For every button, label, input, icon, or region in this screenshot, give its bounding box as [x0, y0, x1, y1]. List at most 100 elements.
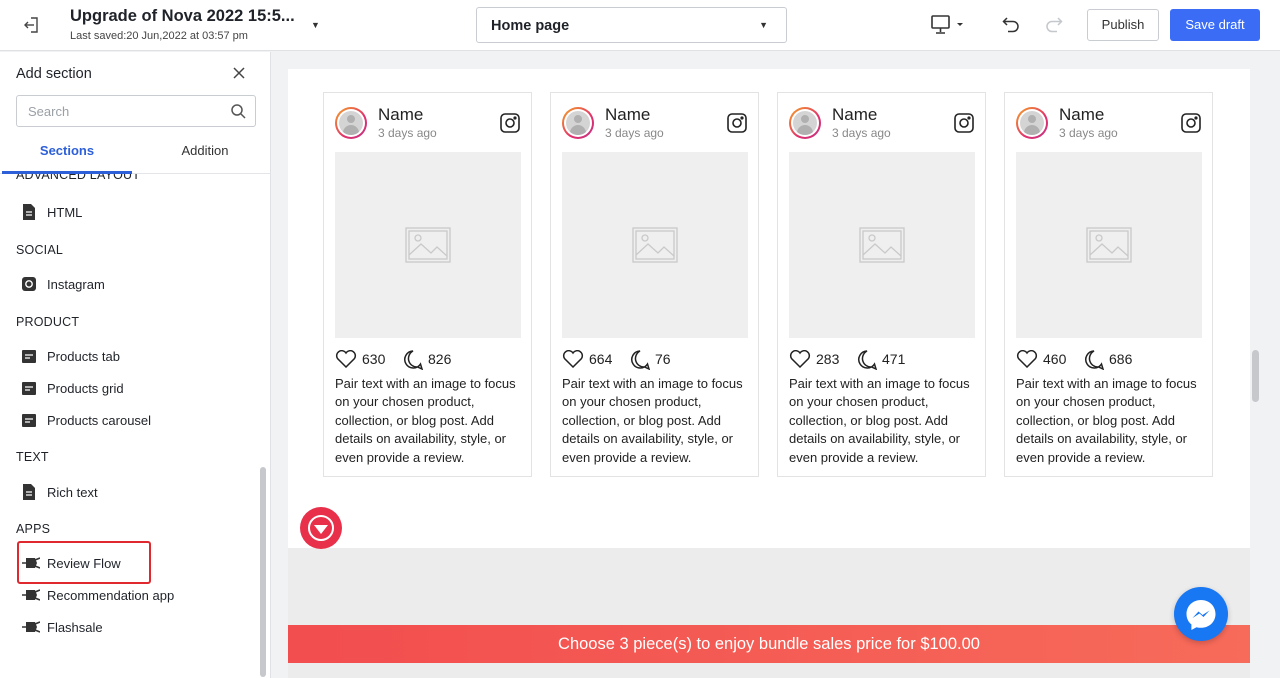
close-icon[interactable]: [231, 65, 247, 81]
page-select[interactable]: Home page ▼: [476, 7, 787, 43]
section-item-label: Products carousel: [47, 413, 152, 428]
sidebar-tabs: Sections Addition: [0, 132, 270, 174]
comment-icon[interactable]: [1083, 349, 1105, 371]
group-apps: APPS: [16, 522, 51, 536]
sidebar-title: Add section: [16, 66, 92, 82]
file-icon: [20, 203, 38, 221]
desktop-device-icon[interactable]: [930, 14, 966, 36]
instagram-icon[interactable]: [953, 112, 975, 134]
group-product: PRODUCT: [16, 315, 80, 329]
section-item-instagram[interactable]: Instagram: [18, 271, 238, 297]
card-name: Name: [832, 105, 878, 124]
heart-icon[interactable]: [1016, 349, 1038, 369]
chevron-down-icon: ▼: [759, 20, 768, 30]
card-time: 3 days ago: [1059, 126, 1118, 140]
section-item-label: Rich text: [47, 485, 98, 500]
add-section-sidebar: Add section Search Sections Addition ADV…: [0, 52, 271, 678]
card-text: Pair text with an image to focus on your…: [789, 376, 970, 465]
instagram-card: Name 3 days ago 460 686 Pair text with a…: [1004, 92, 1213, 477]
undo-icon[interactable]: [1001, 14, 1021, 34]
card-stats: 460 686: [1016, 348, 1202, 371]
heart-icon[interactable]: [562, 349, 584, 369]
likes-count: 460: [1043, 351, 1067, 367]
heart-icon[interactable]: [335, 349, 357, 369]
comment-icon[interactable]: [629, 349, 651, 371]
section-item-products-tab[interactable]: Products tab: [18, 343, 238, 369]
tab-addition[interactable]: Addition: [140, 132, 270, 174]
bundle-sale-bar[interactable]: Choose 3 piece(s) to enjoy bundle sales …: [288, 625, 1250, 663]
section-item-label: HTML: [47, 205, 83, 220]
last-saved-text: Last saved:20 Jun,2022 at 03:57 pm: [70, 30, 248, 42]
messenger-icon[interactable]: [1174, 587, 1228, 641]
section-item-label: Flashsale: [47, 620, 103, 635]
redo-icon[interactable]: [1044, 14, 1064, 34]
card-text: Pair text with an image to focus on your…: [335, 376, 516, 465]
card-stats: 630 826: [335, 348, 521, 371]
section-item-recommendation-app[interactable]: Recommendation app: [18, 582, 238, 608]
image-placeholder-icon: [632, 227, 678, 263]
review-flow-badge-icon[interactable]: [300, 507, 342, 549]
image-placeholder: [1016, 152, 1202, 338]
image-placeholder-icon: [1086, 227, 1132, 263]
products-icon: [20, 379, 38, 397]
search-placeholder: Search: [28, 104, 70, 119]
comments-count: 76: [655, 351, 671, 367]
section-item-html[interactable]: HTML: [18, 199, 238, 225]
instagram-icon: [20, 275, 38, 293]
image-placeholder: [562, 152, 748, 338]
comment-icon[interactable]: [402, 349, 424, 371]
group-text: TEXT: [16, 450, 49, 464]
comments-count: 471: [882, 351, 906, 367]
card-stats: 664 76: [562, 348, 748, 371]
preview-canvas: Name 3 days ago 630 826 Pair text with a…: [288, 69, 1250, 678]
publish-button[interactable]: Publish: [1087, 9, 1159, 41]
instagram-icon[interactable]: [499, 112, 521, 134]
comments-count: 826: [428, 351, 452, 367]
heart-icon[interactable]: [789, 349, 811, 369]
instagram-icon[interactable]: [1180, 112, 1202, 134]
card-name: Name: [378, 105, 424, 124]
section-item-label: Products tab: [47, 349, 120, 364]
exit-icon[interactable]: [22, 15, 42, 35]
products-icon: [20, 411, 38, 429]
search-input[interactable]: Search: [16, 95, 256, 127]
search-icon: [230, 103, 246, 119]
avatar: [562, 107, 594, 139]
avatar: [789, 107, 821, 139]
instagram-icon[interactable]: [726, 112, 748, 134]
card-name: Name: [605, 105, 651, 124]
section-list: ADVANCED LAYOUT HTML SOCIAL Instagram PR…: [0, 174, 258, 678]
section-item-products-carousel[interactable]: Products carousel: [18, 407, 238, 433]
comments-count: 686: [1109, 351, 1133, 367]
tab-sections[interactable]: Sections: [2, 132, 132, 174]
group-social: SOCIAL: [16, 243, 64, 257]
section-item-flashsale[interactable]: Flashsale: [18, 614, 238, 640]
sidebar-scrollbar-thumb[interactable]: [260, 467, 266, 677]
section-item-label: Instagram: [47, 277, 105, 292]
card-time: 3 days ago: [378, 126, 437, 140]
comment-icon[interactable]: [856, 349, 878, 371]
review-flow-highlight: [17, 541, 151, 584]
card-text: Pair text with an image to focus on your…: [562, 376, 743, 465]
canvas-scrollbar-thumb[interactable]: [1252, 350, 1259, 402]
plug-icon: [20, 618, 41, 636]
card-time: 3 days ago: [832, 126, 891, 140]
section-item-label: Recommendation app: [47, 588, 175, 603]
image-placeholder-icon: [405, 227, 451, 263]
file-icon: [20, 483, 38, 501]
top-bar: Upgrade of Nova 2022 15:5... ▼ Last save…: [0, 0, 1280, 51]
likes-count: 630: [362, 351, 386, 367]
image-placeholder: [335, 152, 521, 338]
section-item-rich-text[interactable]: Rich text: [18, 479, 238, 505]
avatar: [335, 107, 367, 139]
likes-count: 664: [589, 351, 613, 367]
card-stats: 283 471: [789, 348, 975, 371]
title-dropdown-icon[interactable]: ▼: [311, 20, 320, 30]
instagram-card: Name 3 days ago 664 76 Pair text with an…: [550, 92, 759, 477]
save-draft-button[interactable]: Save draft: [1170, 9, 1260, 41]
page-title: Upgrade of Nova 2022 15:5...: [70, 7, 295, 25]
products-icon: [20, 347, 38, 365]
section-item-products-grid[interactable]: Products grid: [18, 375, 238, 401]
avatar: [1016, 107, 1048, 139]
instagram-card: Name 3 days ago 283 471 Pair text with a…: [777, 92, 986, 477]
